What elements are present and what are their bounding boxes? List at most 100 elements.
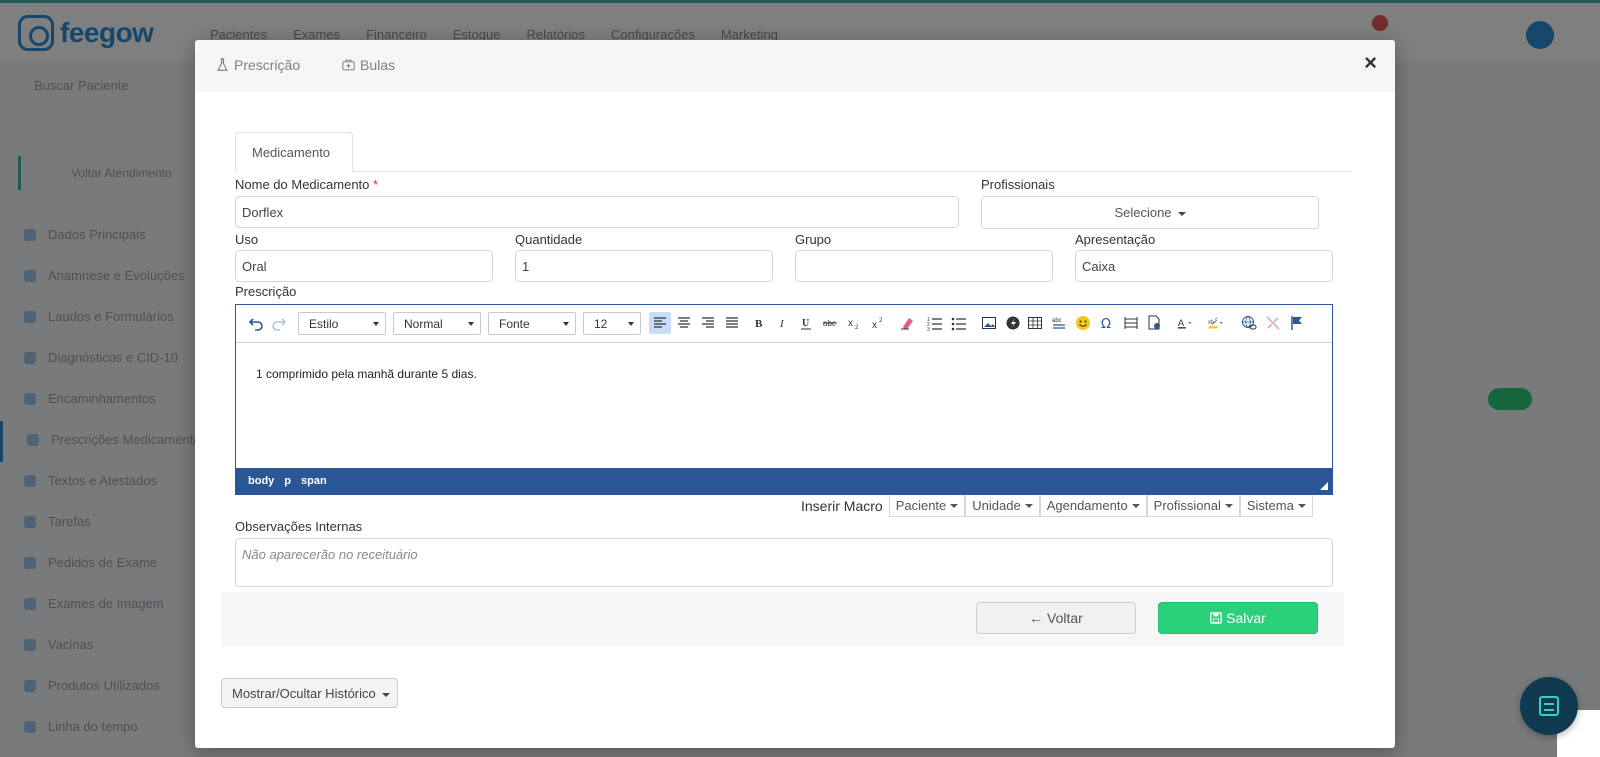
link-icon[interactable] [1238, 312, 1260, 334]
prescricao-label: Prescrição [235, 284, 297, 299]
anchor-flag-icon[interactable] [1286, 312, 1308, 334]
uso-label: Uso [235, 232, 259, 247]
rich-text-editor: Estilo Normal Fonte 12 B I U abc x 2 x 2… [235, 304, 1333, 495]
macro-unidade-button[interactable]: Unidade [965, 495, 1040, 517]
observacoes-textarea[interactable]: Não aparecerão no receituário [235, 538, 1333, 587]
bulleted-list-icon[interactable] [948, 312, 970, 334]
path-body[interactable]: body [248, 475, 274, 487]
tab-medicamento[interactable]: Medicamento [235, 132, 353, 172]
image-icon[interactable] [978, 312, 1000, 334]
svg-text:2: 2 [855, 325, 859, 331]
editor-toolbar: Estilo Normal Fonte 12 B I U abc x 2 x 2… [236, 305, 1332, 343]
italic-icon[interactable]: I [773, 312, 793, 334]
save-icon [1210, 612, 1222, 624]
nome-medicamento-input[interactable]: Dorflex [235, 196, 959, 228]
align-right-icon[interactable] [697, 312, 719, 334]
macro-paciente-button[interactable]: Paciente [888, 495, 966, 517]
svg-text:x: x [848, 318, 853, 329]
redo-icon[interactable] [269, 312, 289, 334]
chat-widget-button[interactable] [1520, 677, 1578, 735]
bold-icon[interactable]: B [749, 312, 769, 334]
voltar-button[interactable]: ← Voltar [976, 602, 1136, 634]
tab-divider [235, 171, 1352, 172]
caret-down-icon [1024, 503, 1033, 508]
close-button[interactable]: × [1364, 50, 1377, 76]
caret-down-icon [628, 322, 634, 326]
toggle-history-button[interactable]: Mostrar/Ocultar Histórico [221, 678, 398, 708]
nome-medicamento-label: Nome do Medicamento * [235, 177, 379, 192]
macro-sistema-button[interactable]: Sistema [1239, 495, 1313, 517]
caret-down-icon [381, 692, 390, 697]
svg-text:abc: abc [1052, 318, 1062, 324]
apresentacao-label: Apresentação [1075, 232, 1156, 247]
caret-down-icon [468, 322, 474, 326]
chat-icon [1539, 696, 1559, 716]
spellcheck-icon[interactable]: abc [1048, 312, 1070, 334]
path-p[interactable]: p [284, 475, 291, 487]
font-combo[interactable]: Fonte [488, 312, 576, 335]
svg-text:Ω: Ω [1101, 317, 1111, 331]
svg-text:3: 3 [927, 327, 930, 331]
highlight-color-icon[interactable]: ab [1202, 312, 1230, 334]
resize-handle-icon[interactable] [1320, 482, 1328, 490]
caret-down-icon [563, 322, 569, 326]
flash-icon[interactable] [1002, 312, 1024, 334]
strikethrough-icon[interactable]: abc [819, 312, 841, 334]
caret-down-icon [1177, 211, 1186, 216]
caret-down-icon [950, 503, 959, 508]
medkit-icon [342, 59, 355, 71]
underline-icon[interactable]: U [796, 312, 816, 334]
special-char-icon[interactable]: Ω [1096, 312, 1118, 334]
profissionais-label: Profissionais [981, 177, 1055, 192]
caret-down-icon [1297, 503, 1306, 508]
path-span[interactable]: span [301, 475, 327, 487]
macro-profissional-button[interactable]: Profissional [1146, 495, 1240, 517]
style-combo[interactable]: Estilo [298, 312, 386, 335]
macro-label: Inserir Macro [801, 498, 883, 514]
page-break-icon[interactable] [1143, 312, 1165, 334]
modal-header: Prescrição Bulas × [195, 40, 1395, 92]
numbered-list-icon[interactable]: 123 [924, 312, 946, 334]
table-icon[interactable] [1024, 312, 1046, 334]
align-center-icon[interactable] [673, 312, 695, 334]
macro-toolbar: Inserir Macro Paciente Unidade Agendamen… [801, 495, 1313, 517]
editor-content[interactable]: 1 comprimido pela manhã durante 5 dias. [236, 343, 1332, 469]
flask-icon [217, 58, 228, 71]
grupo-input[interactable] [795, 250, 1053, 282]
align-justify-icon[interactable] [721, 312, 743, 334]
grupo-label: Grupo [795, 232, 832, 247]
macro-agendamento-button[interactable]: Agendamento [1039, 495, 1147, 517]
align-left-icon[interactable] [649, 312, 671, 334]
remove-format-icon[interactable] [896, 312, 918, 334]
size-combo[interactable]: 12 [583, 312, 641, 335]
caret-down-icon [1224, 503, 1233, 508]
tab-bulas[interactable]: Bulas [342, 57, 395, 73]
caret-down-icon [1131, 503, 1140, 508]
observacoes-label: Observações Internas [235, 519, 363, 534]
svg-text:U: U [802, 318, 809, 329]
text-color-icon[interactable]: A [1172, 312, 1198, 334]
subscript-icon[interactable]: x2 [843, 312, 865, 334]
prescription-modal: Prescrição Bulas × Medicamento Nome do M… [195, 40, 1395, 748]
quantidade-input[interactable]: 1 [515, 250, 773, 282]
svg-text:x: x [872, 320, 877, 331]
editor-path-bar: body p span [236, 468, 1332, 494]
required-marker: * [373, 177, 379, 192]
profissionais-select[interactable]: Selecione [981, 196, 1319, 229]
svg-text:ab: ab [1208, 320, 1214, 326]
undo-icon[interactable] [246, 312, 266, 334]
format-combo[interactable]: Normal [393, 312, 481, 335]
svg-text:2: 2 [879, 318, 883, 324]
tab-prescricao[interactable]: Prescrição [216, 57, 300, 73]
apresentacao-input[interactable]: Caixa [1075, 250, 1333, 282]
salvar-button[interactable]: Salvar [1158, 602, 1318, 634]
unlink-icon[interactable] [1262, 312, 1284, 334]
horizontal-rule-icon[interactable] [1120, 312, 1142, 334]
uso-input[interactable]: Oral [235, 250, 493, 282]
svg-text:I: I [779, 318, 785, 330]
arrow-left-icon: ← [1029, 610, 1044, 626]
quantidade-label: Quantidade [515, 232, 583, 247]
svg-text:B: B [755, 318, 763, 330]
superscript-icon[interactable]: x2 [867, 312, 889, 334]
smiley-icon[interactable] [1072, 312, 1094, 334]
